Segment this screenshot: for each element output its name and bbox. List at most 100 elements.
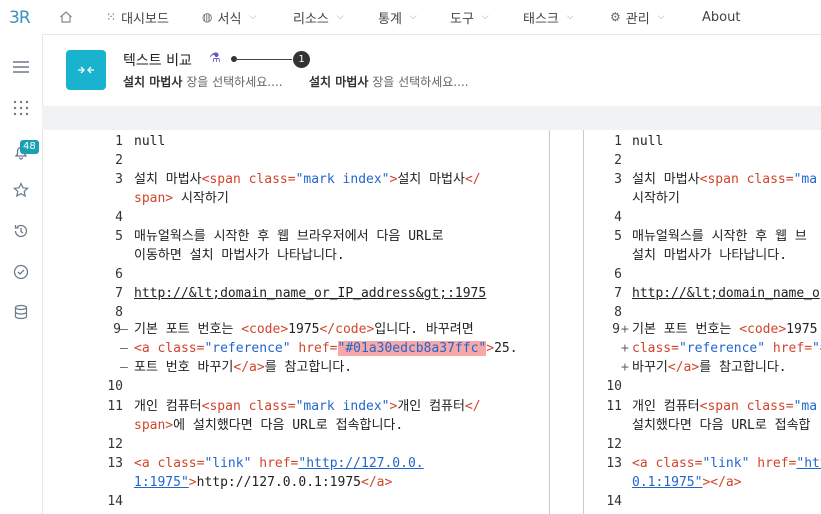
code-text: 개인 컴퓨터<span class="ma [632, 399, 818, 414]
nav-tools-label: 도구 [450, 11, 474, 27]
diff-marker: + [621, 322, 629, 337]
line-number: 4 [614, 210, 622, 225]
line-number: 3 [614, 172, 622, 187]
compare-icon [66, 50, 106, 90]
check-circle-icon[interactable] [11, 262, 31, 282]
line-number: 11 [606, 399, 622, 414]
code-text: 1:1975">http://127.0.0.1:1975</a> [134, 475, 393, 490]
code-text: 개인 컴퓨터<span class="mark index">개인 컴퓨터</ [134, 399, 481, 414]
line-number: 9 [113, 322, 121, 337]
diff-marker: – [120, 322, 128, 337]
line-number: 13 [606, 456, 622, 471]
diff-marker: – [120, 360, 128, 375]
nav-resources[interactable]: 리소스 ⌵ [293, 0, 344, 34]
nav-about-label: About [702, 9, 741, 25]
code-text: http://&lt;domain_name_o [632, 286, 820, 301]
code-text: <a class="reference" href="#01a30edcb8a3… [134, 341, 518, 356]
app-logo[interactable]: 3R [9, 8, 31, 28]
code-text: 포트 번호 바꾸기</a>를 참고합니다. [134, 360, 353, 375]
code-text: 설치 마법사<span class="ma [632, 172, 818, 187]
apps-grid-icon[interactable] [11, 98, 31, 118]
code-text: <a class="link" href="http://127.0.0. [134, 456, 424, 471]
line-number: 12 [107, 437, 123, 452]
gear-icon: ⚙ [610, 10, 621, 24]
code-text: 설치 마법사가 나타납니다. [632, 248, 788, 263]
nav-tools[interactable]: 도구 ⌵ [450, 0, 489, 34]
nav-style-label: 서식 [217, 11, 242, 27]
database-icon[interactable] [11, 302, 31, 322]
code-text: 0.1:1975"></a> [632, 475, 742, 490]
star-icon[interactable] [11, 180, 31, 200]
page-title: 텍스트 비교 [123, 53, 192, 69]
line-number: 1 [614, 134, 622, 149]
diff-marker: + [621, 341, 629, 356]
right-selection-label[interactable]: 설치 마법사 장을 선택하세요.... [309, 73, 469, 90]
left-selection-rest: 장을 선택하세요.... [182, 75, 283, 89]
chevron-down-icon: ⌵ [566, 12, 574, 22]
palette-icon: ◍ [202, 10, 213, 24]
step-line [234, 59, 292, 60]
nav-style[interactable]: ◍ 서식 ⌵ [202, 0, 256, 34]
right-diff-pane[interactable]: 1 null 2 3 설치 마법사<span class="ma 시작하기 4 5매… [583, 130, 821, 514]
line-number: 6 [115, 267, 123, 282]
toolbar-strip [42, 106, 821, 130]
line-number: 5 [614, 229, 622, 244]
code-text: 기본 포트 번호는 <code>1975</code>입니다. 바꾸려면 [134, 322, 474, 337]
chevron-down-icon: ⌵ [409, 12, 417, 22]
nav-stats[interactable]: 통계 ⌵ [378, 0, 417, 34]
line-number: 14 [606, 494, 622, 509]
chevron-down-icon: ⌵ [249, 12, 257, 22]
chevron-down-icon: ⌵ [481, 12, 489, 22]
nav-stats-label: 통계 [378, 11, 402, 27]
home-icon[interactable] [59, 0, 73, 34]
line-number: 2 [614, 153, 622, 168]
menu-icon[interactable] [11, 57, 31, 77]
step-number[interactable]: 1 [293, 51, 310, 68]
code-text: null [134, 134, 166, 149]
code-text: http://&lt;domain_name_or_IP_address&gt;… [134, 286, 487, 301]
top-navbar: ⁙ 대시보드 ◍ 서식 ⌵ 리소스 ⌵ 통계 ⌵ 도구 ⌵ 태스크 ⌵ ⚙ 관리 ⌵ About [42, 0, 821, 35]
code-text: 설치 마법사<span class="mark index">설치 마법사</ [134, 172, 481, 187]
nav-dashboard-label: 대시보드 [121, 11, 169, 27]
line-number: 11 [107, 399, 123, 414]
left-selection-label[interactable]: 설치 마법사 장을 선택하세요.... [123, 73, 283, 90]
nav-tasks[interactable]: 태스크 ⌵ [523, 0, 574, 34]
chevron-down-icon: ⌵ [657, 12, 665, 22]
left-selection-bold: 설치 마법사 [123, 75, 183, 89]
line-number: 2 [115, 153, 123, 168]
line-number: 9 [612, 322, 620, 337]
line-number: 14 [107, 494, 123, 509]
code-text: 시작하기 [632, 191, 680, 206]
code-text: null [632, 134, 664, 149]
line-number: 12 [606, 437, 622, 452]
code-text: 이동하면 설치 마법사가 나타납니다. [134, 248, 345, 263]
pane-divider[interactable] [550, 130, 582, 514]
line-number: 4 [115, 210, 123, 225]
left-diff-pane[interactable]: 1 null 2 3 설치 마법사<span class="mark index">… [67, 130, 550, 514]
nav-about[interactable]: About [702, 0, 740, 34]
line-number: 5 [115, 229, 123, 244]
right-selection-bold: 설치 마법사 [309, 75, 369, 89]
line-number: 7 [614, 286, 622, 301]
nav-dashboard[interactable]: ⁙ 대시보드 [106, 0, 169, 34]
line-number: 13 [107, 456, 123, 471]
line-number: 10 [606, 379, 622, 394]
code-text: class="reference" href="# [632, 341, 821, 356]
chevron-down-icon: ⌵ [336, 12, 344, 22]
code-text: span>에 설치했다면 다음 URL로 접속합니다. [134, 418, 404, 433]
code-text: 매뉴얼웍스를 시작한 후 웹 브라우저에서 다음 URL로 [134, 229, 444, 244]
code-text: 설치했다면 다음 URL로 접속합 [632, 418, 811, 433]
code-text: span> 시작하기 [134, 191, 229, 206]
code-text: 바꾸기</a>를 참고합니다. [632, 360, 787, 375]
code-text: 기본 포트 번호는 <code>1975 [632, 322, 818, 337]
line-number: 6 [614, 267, 622, 282]
history-icon[interactable] [11, 221, 31, 241]
line-number: 10 [107, 379, 123, 394]
nav-admin[interactable]: ⚙ 관리 ⌵ [610, 0, 665, 34]
notification-badge: 48 [20, 140, 39, 154]
line-number: 1 [115, 134, 123, 149]
code-text: 매뉴얼웍스를 시작한 후 웹 브 [632, 229, 807, 244]
line-number: 7 [115, 286, 123, 301]
code-text: <a class="link" href="htt [632, 456, 821, 471]
nav-admin-label: 관리 [625, 11, 650, 27]
